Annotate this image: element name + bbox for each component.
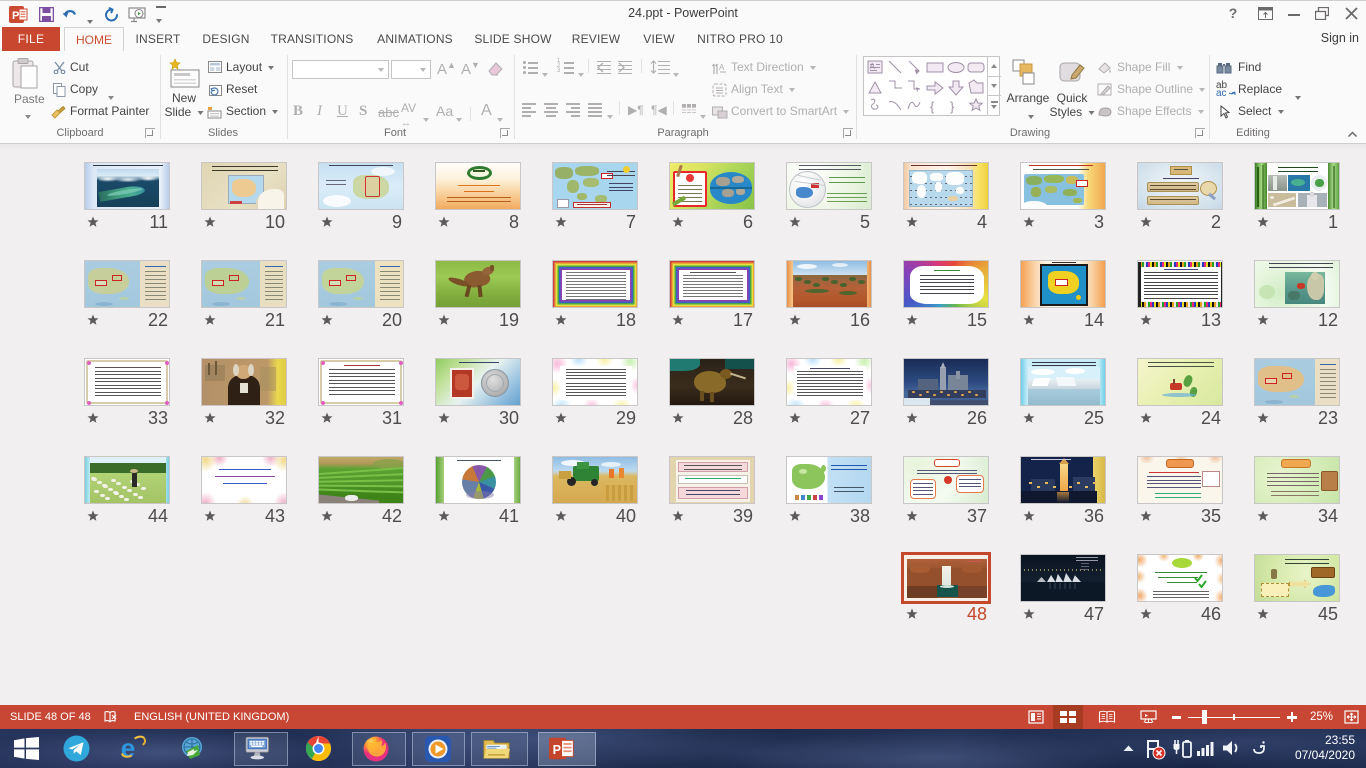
svg-text:A: A [870, 62, 876, 71]
svg-text:{: { [930, 99, 935, 114]
svg-text:P: P [553, 743, 561, 757]
svg-text:A: A [719, 63, 725, 72]
svg-text:}: } [950, 99, 955, 114]
